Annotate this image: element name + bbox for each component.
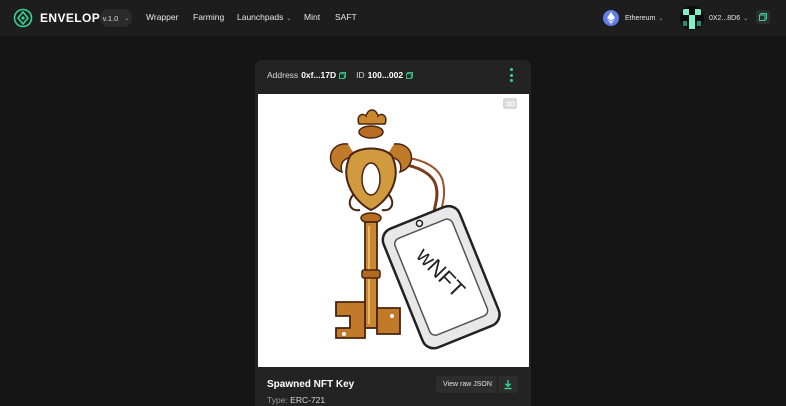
wallet-avatar (680, 6, 704, 30)
nav-item-saft[interactable]: SAFT (335, 12, 357, 22)
nav-item-mint[interactable]: Mint (304, 12, 320, 22)
type-value: ERC-721 (290, 395, 326, 405)
top-nav-bar: ENVELOP v.1.0 ⌄ Wrapper Farming Launchpa… (0, 0, 786, 36)
chevron-down-icon: ⌄ (124, 15, 130, 22)
token-card: Address 0xf...17D ID 100...002 wNFT Spaw… (255, 60, 531, 406)
nft-image: wNFT (258, 94, 529, 367)
chevron-down-icon: ⌄ (658, 15, 664, 22)
download-icon[interactable] (503, 379, 513, 390)
address-label: Address (267, 70, 299, 80)
wallet-address: 0X2...8D6 (709, 14, 741, 22)
nav-item-launchpads[interactable]: Launchpads ⌄ (237, 12, 291, 22)
wallet-selector[interactable]: 0X2...8D6 ⌄ (680, 5, 754, 31)
nft-type: Type: ERC-721 (267, 395, 325, 405)
link-badge[interactable] (503, 98, 517, 109)
copy-icon (759, 13, 767, 21)
copy-icon[interactable] (339, 71, 347, 79)
more-options-icon[interactable] (509, 68, 513, 82)
nav-item-farming[interactable]: Farming (193, 12, 224, 22)
copy-icon[interactable] (406, 71, 414, 79)
version-label: v.1.0 (102, 13, 119, 23)
token-card-header: Address 0xf...17D ID 100...002 (267, 70, 414, 80)
view-raw-json-label: View raw JSON (443, 381, 492, 388)
id-value: 100...002 (367, 70, 404, 80)
logo[interactable]: ENVELOP (13, 8, 100, 28)
network-selector[interactable]: Ethereum ⌄ (603, 8, 673, 28)
address-value: 0xf...17D (301, 70, 337, 80)
network-label: Ethereum (625, 14, 656, 22)
chevron-down-icon: ⌄ (286, 16, 292, 22)
brand-name: ENVELOP (40, 11, 101, 25)
divider (497, 376, 498, 393)
envelop-logo-icon (13, 8, 33, 28)
version-selector[interactable]: v.1.0 ⌄ (100, 9, 132, 27)
nav-item-launchpads-label: Launchpads (237, 12, 284, 22)
link-icon (505, 101, 515, 106)
chevron-down-icon: ⌄ (743, 15, 749, 22)
view-raw-json-button[interactable]: View raw JSON (436, 376, 518, 393)
ethereum-icon (603, 10, 619, 26)
key-illustration: wNFT (329, 109, 501, 350)
id-label: ID (356, 70, 365, 80)
copy-address-button[interactable] (756, 10, 770, 24)
nav-item-wrapper[interactable]: Wrapper (146, 12, 178, 22)
nft-name: Spawned NFT Key (267, 379, 355, 390)
type-label: Type: (267, 395, 288, 405)
